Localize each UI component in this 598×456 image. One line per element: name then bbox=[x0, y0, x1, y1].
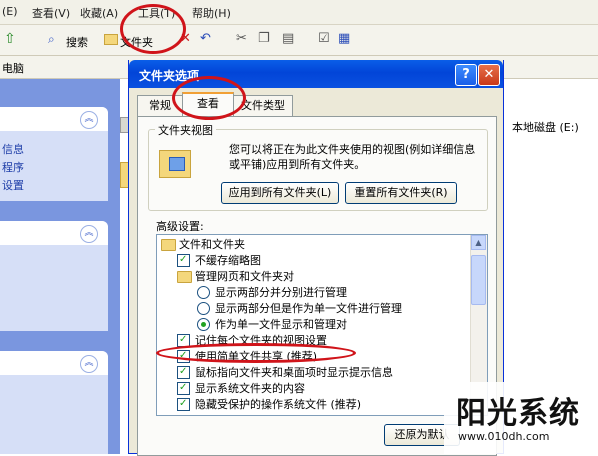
watermark-title: 阳光系统 bbox=[456, 396, 580, 431]
checkbox[interactable] bbox=[177, 396, 190, 411]
cut-icon[interactable]: ✂ bbox=[236, 31, 247, 46]
tree-item-label: 管理网页和文件夹对 bbox=[195, 270, 294, 283]
folder-views-icon bbox=[159, 150, 191, 178]
task-panel-header[interactable]: ︽ bbox=[0, 107, 108, 131]
properties-icon[interactable]: ☑ bbox=[318, 31, 330, 46]
checkbox[interactable] bbox=[177, 364, 190, 379]
checkbox[interactable] bbox=[177, 252, 190, 267]
tree-item-label: 文件和文件夹 bbox=[179, 238, 245, 251]
folder-views-title: 文件夹视图 bbox=[155, 122, 216, 138]
menu-view[interactable]: 查看(V) bbox=[32, 5, 70, 21]
search-button[interactable]: 搜索 bbox=[66, 34, 88, 50]
folder-icon bbox=[177, 271, 192, 283]
paste-icon[interactable]: ▤ bbox=[282, 31, 294, 46]
chevron-up-icon[interactable]: ︽ bbox=[80, 111, 98, 129]
tree-item-label: 显示系统文件夹的内容 bbox=[195, 382, 305, 395]
chevron-up-icon[interactable]: ︽ bbox=[80, 355, 98, 373]
radio-button[interactable] bbox=[197, 302, 210, 315]
drive-label[interactable]: 本地磁盘 (E:) bbox=[512, 119, 579, 135]
address-text: 电脑 bbox=[2, 62, 24, 75]
task-panel-header[interactable]: ︽ bbox=[0, 221, 108, 245]
copy-icon[interactable]: ❐ bbox=[258, 31, 270, 46]
task-link-info[interactable]: 信息 bbox=[2, 141, 24, 157]
task-link-settings[interactable]: 设置 bbox=[2, 177, 24, 193]
task-panel-header[interactable]: ︽ bbox=[0, 351, 108, 375]
apply-to-all-folders-button[interactable]: 应用到所有文件夹(L) bbox=[221, 182, 339, 204]
radio-button[interactable] bbox=[197, 286, 210, 299]
task-panel-2: ︽ bbox=[0, 221, 108, 331]
undo-icon[interactable]: ↶ bbox=[200, 31, 211, 46]
tree-item-label: 显示两部分并分别进行管理 bbox=[215, 286, 347, 299]
close-button[interactable]: ✕ bbox=[478, 64, 500, 86]
chevron-up-icon[interactable]: ︽ bbox=[80, 225, 98, 243]
menu-edit[interactable]: (E) bbox=[2, 5, 18, 18]
advanced-settings-label: 高级设置: bbox=[156, 220, 204, 233]
task-link-programs[interactable]: 程序 bbox=[2, 159, 24, 175]
search-icon[interactable]: ⌕ bbox=[48, 32, 55, 47]
scroll-thumb[interactable] bbox=[471, 255, 486, 305]
annotation-ellipse-tools-menu bbox=[120, 4, 186, 54]
radio-button[interactable] bbox=[197, 318, 210, 331]
up-arrow-icon[interactable]: ⇧ bbox=[4, 31, 16, 47]
folder-views-description: 您可以将正在为此文件夹使用的视图(例如详细信息或平铺)应用到所有文件夹。 bbox=[229, 143, 476, 171]
tree-item-label: 鼠标指向文件夹和桌面项时显示提示信息 bbox=[195, 366, 393, 379]
watermark-url: www.010dh.com bbox=[458, 430, 550, 443]
menu-favorites[interactable]: 收藏(A) bbox=[80, 5, 118, 21]
annotation-ellipse-view-tab bbox=[172, 76, 246, 120]
reset-all-folders-button[interactable]: 重置所有文件夹(R) bbox=[345, 182, 457, 204]
tree-item-label: 作为单一文件显示和管理对 bbox=[215, 318, 347, 331]
folder-views-group: 文件夹视图 您可以将正在为此文件夹使用的视图(例如详细信息或平铺)应用到所有文件… bbox=[148, 122, 488, 211]
folder-icon bbox=[161, 239, 176, 251]
help-button[interactable]: ? bbox=[455, 64, 477, 86]
views-icon[interactable]: ▦ bbox=[338, 31, 350, 46]
tree-item-label: 显示两部分但是作为单一文件进行管理 bbox=[215, 302, 402, 315]
annotation-ellipse-simple-sharing bbox=[156, 343, 356, 363]
menu-help[interactable]: 帮助(H) bbox=[192, 5, 231, 21]
tree-item-label: 隐藏受保护的操作系统文件 (推荐) bbox=[195, 398, 362, 411]
toolbar: ⇧ ⌕ 搜索 文件夹 ✕ ↶ ✂ ❐ ▤ ☑ ▦ bbox=[0, 25, 598, 56]
advanced-settings-list[interactable]: 文件和文件夹 不缓存缩略图 管理网页和文件夹对 显示两部分并分别进行管理 显示两… bbox=[156, 234, 488, 416]
watermark: 阳光系统 www.010dh.com bbox=[444, 382, 598, 454]
menu-bar: (E) 查看(V) 收藏(A) 工具(T) 帮助(H) bbox=[0, 0, 598, 25]
tab-page-view: 文件夹视图 您可以将正在为此文件夹使用的视图(例如详细信息或平铺)应用到所有文件… bbox=[137, 116, 497, 456]
checkbox[interactable] bbox=[177, 380, 190, 395]
scroll-up-icon[interactable]: ▲ bbox=[471, 235, 486, 250]
task-pane: ︽ 信息 程序 设置 ︽ ︽ bbox=[0, 79, 120, 454]
task-panel-details: ︽ 信息 程序 设置 bbox=[0, 107, 108, 201]
tree-item-label: 不缓存缩略图 bbox=[195, 254, 261, 267]
folder-icon bbox=[104, 34, 118, 45]
task-panel-3: ︽ bbox=[0, 351, 108, 454]
